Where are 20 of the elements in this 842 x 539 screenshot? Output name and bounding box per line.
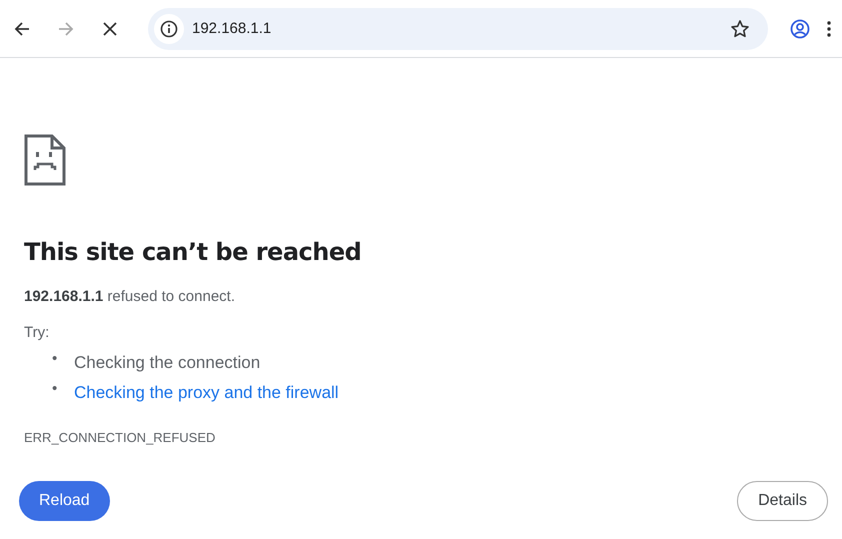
info-icon[interactable] bbox=[154, 14, 184, 44]
error-message: 192.168.1.1 refused to connect. bbox=[24, 288, 235, 305]
try-label: Try: bbox=[24, 324, 50, 341]
address-bar[interactable]: 192.168.1.1 bbox=[148, 8, 768, 50]
suggestion-text: Checking the connection bbox=[74, 352, 260, 374]
bullet: • bbox=[52, 349, 58, 369]
back-icon bbox=[14, 20, 30, 36]
suggestion-link[interactable]: Checking the proxy and the firewall bbox=[74, 382, 339, 404]
url-text: 192.168.1.1 bbox=[192, 20, 272, 37]
profile-icon[interactable] bbox=[790, 18, 810, 38]
details-button[interactable]: Details bbox=[737, 481, 828, 521]
bullet: • bbox=[52, 379, 58, 399]
reload-button[interactable]: Reload bbox=[19, 481, 110, 521]
error-heading: This site can’t be reached bbox=[24, 238, 362, 266]
sad-page-icon bbox=[24, 134, 66, 186]
error-code: ERR_CONNECTION_REFUSED bbox=[24, 430, 216, 445]
menu-icon[interactable] bbox=[826, 20, 832, 38]
close-icon bbox=[103, 22, 117, 36]
forward-icon bbox=[58, 20, 74, 36]
star-icon[interactable] bbox=[730, 18, 750, 38]
